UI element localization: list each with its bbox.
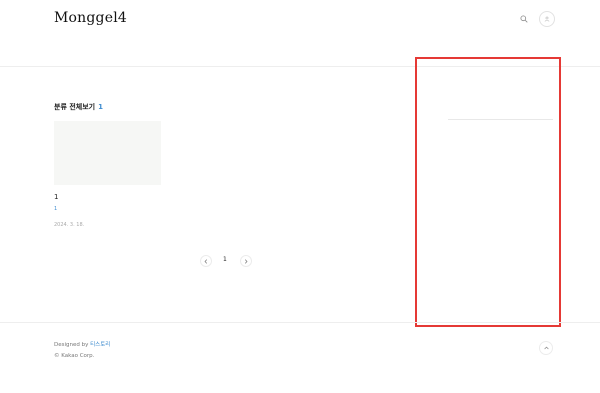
sidebar-highlight-box — [415, 57, 561, 327]
next-page-button[interactable] — [240, 255, 252, 267]
footer-divider — [0, 322, 600, 323]
profile-icon — [544, 16, 550, 22]
footer-designed-by: Designed by 티스토리 — [54, 340, 110, 348]
footer-brand-link[interactable]: 티스토리 — [90, 342, 110, 348]
prev-page-button[interactable] — [200, 255, 212, 267]
category-count: 1 — [98, 103, 103, 111]
category-heading: 분류 전체보기 1 — [54, 102, 103, 112]
sidebar-divider — [448, 119, 553, 120]
post-date: 2024. 3. 18. — [54, 222, 85, 228]
footer-designed-prefix: Designed by — [54, 342, 91, 348]
post-thumbnail[interactable] — [54, 121, 161, 185]
pagination: 1 — [200, 255, 252, 267]
chevron-left-icon — [204, 258, 208, 264]
profile-button[interactable] — [539, 11, 555, 27]
search-icon — [520, 15, 528, 23]
site-title[interactable]: Monggel4 — [54, 10, 127, 26]
page: Monggel4 분류 전체보기 1 1 1 2024. 3. 18. 1 De… — [0, 0, 600, 393]
category-title: 분류 전체보기 — [54, 103, 96, 111]
chevron-right-icon — [244, 258, 248, 264]
scroll-top-button[interactable] — [539, 341, 553, 355]
search-button[interactable] — [517, 12, 531, 26]
post-title[interactable]: 1 — [54, 193, 58, 201]
footer-copyright: © Kakao Corp. — [54, 353, 95, 359]
post-card[interactable]: 1 1 2024. 3. 18. — [54, 121, 161, 228]
page-number[interactable]: 1 — [223, 256, 227, 263]
post-excerpt[interactable]: 1 — [54, 206, 57, 212]
chevron-up-icon — [543, 346, 549, 350]
